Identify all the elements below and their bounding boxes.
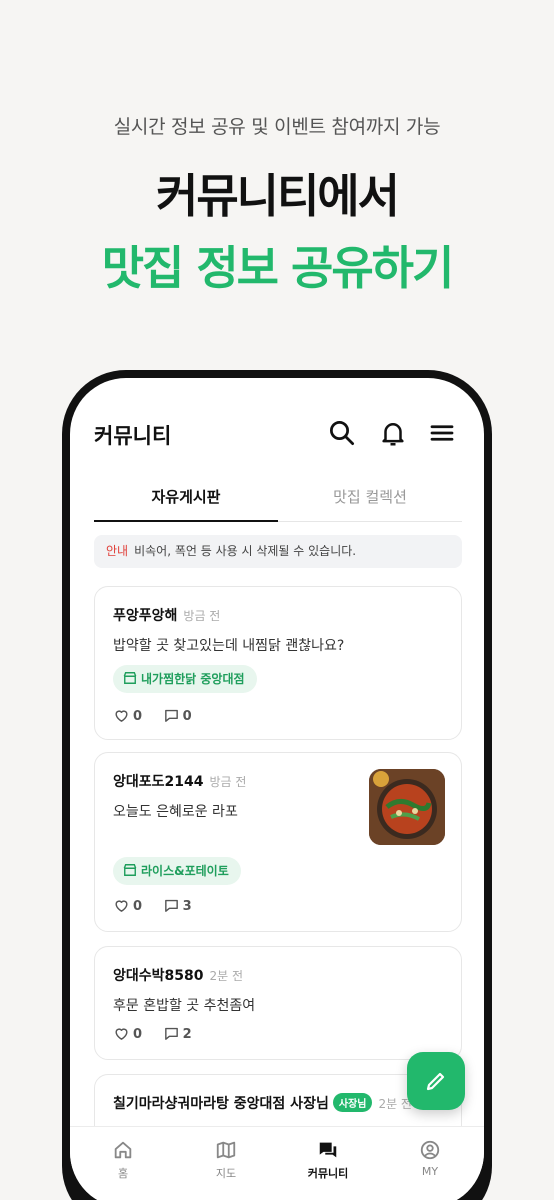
like-stat[interactable]: 0 <box>113 1025 142 1042</box>
like-count: 0 <box>133 1027 143 1042</box>
store-chip-label: 내가찜한닭 중앙대점 <box>141 672 245 686</box>
post-time: 방금 전 <box>183 609 221 623</box>
map-icon <box>216 1141 236 1159</box>
write-post-button[interactable] <box>407 1052 465 1110</box>
post-text: 후문 혼밥할 곳 추천좀여 <box>113 998 256 1014</box>
home-icon <box>114 1141 132 1159</box>
post-time: 방금 전 <box>209 775 247 789</box>
comment-icon <box>164 899 178 912</box>
post-author: 칠기마라샹궈마라탕 중앙대점 사장님 사장님 2분 전 <box>113 1093 412 1113</box>
store-chip-label: 라이스&포테이토 <box>141 864 229 878</box>
store-chip[interactable]: 라이스&포테이토 <box>113 857 241 885</box>
store-icon <box>123 864 137 876</box>
notification-button[interactable] <box>378 418 408 448</box>
nav-label: 지도 <box>215 1167 237 1180</box>
bottom-nav: 홈 지도 커뮤니티 MY <box>70 1126 484 1200</box>
post-thumbnail[interactable] <box>369 769 445 845</box>
nav-item-community[interactable]: 커뮤니티 <box>288 1139 368 1181</box>
nav-item-map[interactable]: 지도 <box>186 1139 266 1181</box>
tab-bar: 자유게시판 맛집 컬렉션 <box>94 482 462 522</box>
post-card[interactable]: 앙대포도2144 방금 전 오늘도 은혜로운 라포 라이스&포테이토 0 3 <box>94 752 462 932</box>
nav-item-my[interactable]: MY <box>390 1139 470 1178</box>
nav-label: 홈 <box>117 1167 129 1180</box>
comment-count: 2 <box>182 1027 192 1042</box>
post-text: 밥약할 곳 찾고있는데 내찜닭 괜찮나요? <box>113 638 345 654</box>
menu-icon <box>430 425 454 441</box>
chat-icon <box>319 1142 337 1158</box>
food-photo <box>369 769 445 845</box>
promo-subtitle: 실시간 정보 공유 및 이벤트 참여까지 가능 <box>113 116 441 138</box>
comment-stat[interactable]: 2 <box>163 1025 192 1042</box>
page-title: 커뮤니티 <box>94 424 172 448</box>
comment-count: 0 <box>182 709 192 724</box>
promo-title-line1: 커뮤니티에서 <box>156 169 400 223</box>
phone-screen: 커뮤니티 자유게시판 맛집 컬렉션 안내 비속어, 폭언 등 사용 시 삭제될 수… <box>70 378 484 1200</box>
comment-stat[interactable]: 0 <box>163 707 192 724</box>
comment-count: 3 <box>182 899 192 914</box>
profile-icon <box>420 1140 440 1160</box>
tab-restaurant-collection[interactable]: 맛집 컬렉션 <box>278 482 462 522</box>
post-author: 앙대수박8580 2분 전 <box>113 968 244 984</box>
like-count: 0 <box>133 709 143 724</box>
store-icon <box>123 672 137 684</box>
search-button[interactable] <box>327 418 357 448</box>
post-author: 푸앙푸앙해 방금 전 <box>113 608 221 624</box>
store-chip[interactable]: 내가찜한닭 중앙대점 <box>113 665 257 693</box>
tab-free-board[interactable]: 자유게시판 <box>94 482 278 522</box>
like-stat[interactable]: 0 <box>113 707 142 724</box>
post-stats: 0 2 <box>113 1025 208 1045</box>
notice-banner: 안내 비속어, 폭언 등 사용 시 삭제될 수 있습니다. <box>94 535 462 568</box>
heart-icon <box>115 900 128 912</box>
menu-button[interactable] <box>427 418 457 448</box>
post-time: 2분 전 <box>209 969 244 983</box>
bell-icon <box>382 423 404 446</box>
notice-text: 비속어, 폭언 등 사용 시 삭제될 수 있습니다. <box>134 544 357 558</box>
promo-title-line2: 맛집 정보 공유하기 <box>101 241 455 295</box>
post-card[interactable]: 앙대수박8580 2분 전 후문 혼밥할 곳 추천좀여 0 2 <box>94 946 462 1060</box>
comment-icon <box>164 709 178 722</box>
app-bar: 커뮤니티 <box>70 378 484 488</box>
comment-stat[interactable]: 3 <box>163 897 192 914</box>
pencil-icon <box>426 1072 445 1091</box>
search-icon <box>330 421 354 445</box>
nav-item-home[interactable]: 홈 <box>83 1139 163 1181</box>
comment-icon <box>164 1027 178 1040</box>
nav-label: 커뮤니티 <box>307 1167 349 1180</box>
post-author: 앙대포도2144 방금 전 <box>113 774 247 790</box>
post-stats: 0 0 <box>113 707 208 727</box>
like-count: 0 <box>133 899 143 914</box>
notice-tag: 안내 <box>106 544 129 558</box>
post-card[interactable]: 푸앙푸앙해 방금 전 밥약할 곳 찾고있는데 내찜닭 괜찮나요? 내가찜한닭 중앙… <box>94 586 462 740</box>
heart-icon <box>115 1028 128 1040</box>
post-stats: 0 3 <box>113 897 208 917</box>
nav-label: MY <box>421 1165 439 1178</box>
like-stat[interactable]: 0 <box>113 897 142 914</box>
post-text: 오늘도 은혜로운 라포 <box>113 804 238 820</box>
owner-badge: 사장님 <box>332 1093 373 1112</box>
heart-icon <box>115 710 128 722</box>
